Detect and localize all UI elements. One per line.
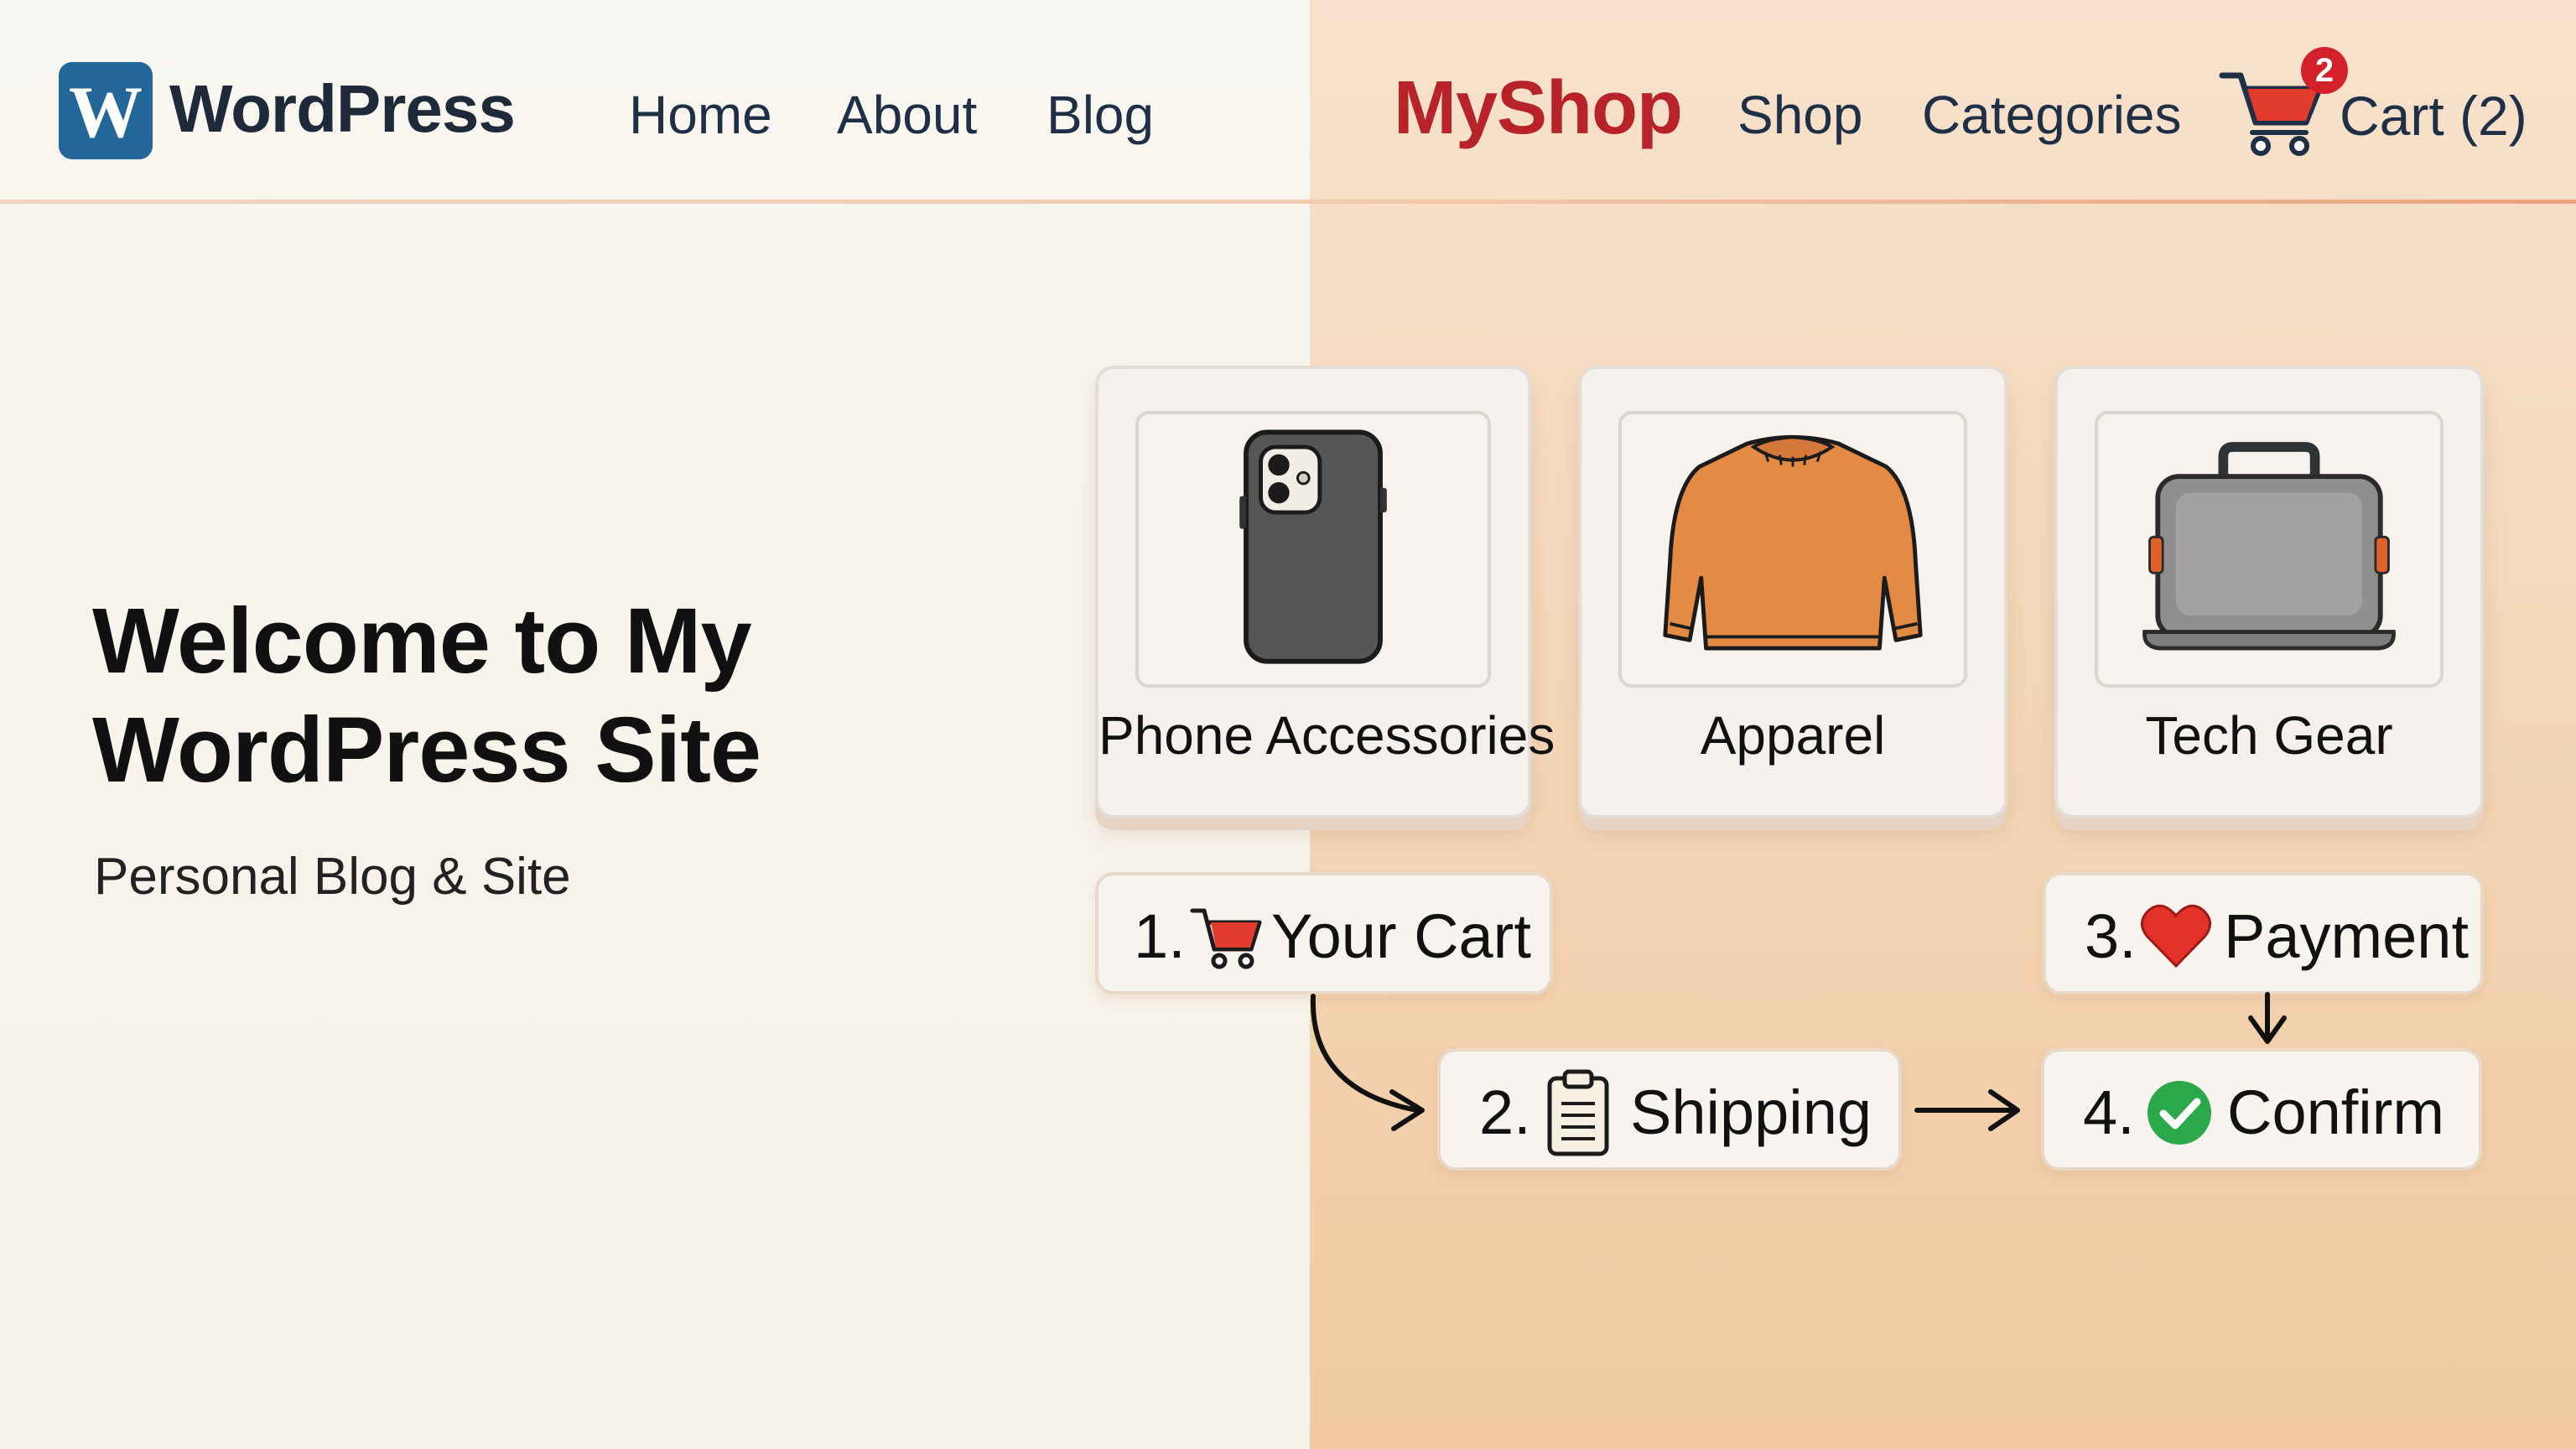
site-header: W WordPress Home About Blog MyShop Shop … (0, 0, 2576, 203)
step-number: 3. (2085, 901, 2137, 971)
hero-subtitle: Personal Blog & Site (94, 848, 571, 906)
category-image-frame (1135, 411, 1491, 688)
nav-categories[interactable]: Categories (1922, 84, 2182, 146)
laptop-bag-icon (2142, 442, 2396, 651)
category-card-phone-accessories[interactable]: Phone Accessories (1095, 366, 1555, 818)
step-number: 4. (2083, 1078, 2135, 1147)
heart-icon (2141, 904, 2211, 969)
step-label: Confirm (2227, 1078, 2445, 1147)
step-label: Payment (2224, 901, 2470, 971)
step-label: Your Cart (1271, 901, 1531, 971)
step-number: 2. (1479, 1078, 1531, 1147)
category-label-tech-gear: Tech Gear (2145, 705, 2393, 766)
category-label-apparel: Apparel (1700, 705, 1886, 766)
check-circle-icon (2148, 1081, 2211, 1145)
nav-shop[interactable]: Shop (1737, 84, 1862, 146)
sweater-icon (1663, 434, 1923, 651)
myshop-brand[interactable]: MyShop (1394, 65, 1683, 152)
clipboard-icon (1547, 1069, 1609, 1156)
step-label: Shipping (1630, 1078, 1872, 1147)
hero-title: Welcome to My WordPress Site (92, 589, 761, 802)
category-image-frame (1618, 411, 1967, 688)
step-your-cart[interactable]: 1. Your Cart (1095, 872, 1553, 995)
cart-link[interactable]: Cart (2) (2340, 84, 2527, 148)
category-image-frame (2095, 411, 2444, 688)
step-payment[interactable]: 3. Payment (2043, 872, 2484, 995)
nav-home[interactable]: Home (629, 84, 772, 146)
step-confirm[interactable]: 4. Confirm (2041, 1048, 2482, 1171)
category-card-tech-gear[interactable]: Tech Gear (2054, 366, 2484, 818)
nav-about[interactable]: About (837, 84, 977, 146)
wordpress-logo-letter: W (69, 72, 143, 153)
phone-case-icon (1239, 429, 1387, 664)
wordpress-logo-icon[interactable]: W (59, 62, 153, 159)
wordpress-brand[interactable]: WordPress (169, 70, 516, 148)
category-label-phone-accessories: Phone Accessories (1098, 705, 1555, 766)
step-shipping[interactable]: 2. Shipping (1437, 1048, 1902, 1171)
shopping-cart-icon (1190, 908, 1262, 969)
header-divider (0, 200, 2576, 204)
category-card-apparel[interactable]: Apparel (1578, 366, 2007, 818)
nav-blog[interactable]: Blog (1046, 84, 1154, 146)
step-number: 1. (1134, 901, 1186, 971)
